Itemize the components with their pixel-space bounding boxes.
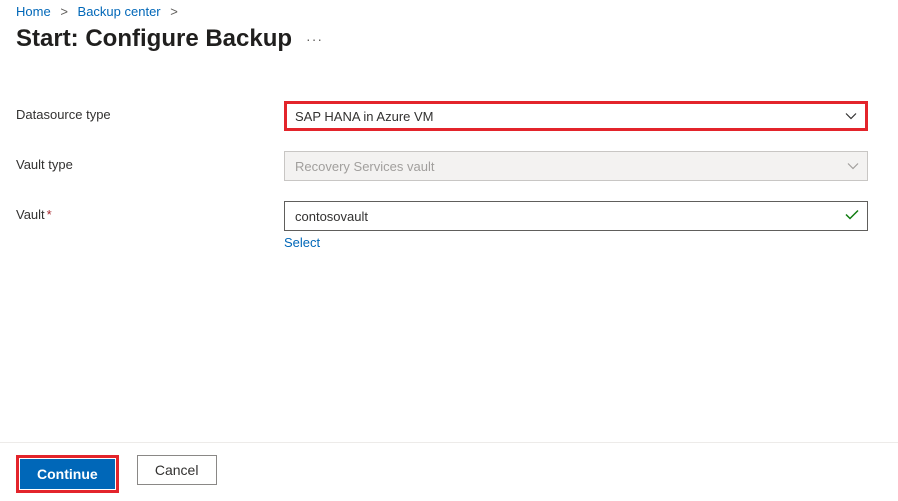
page-title: Start: Configure Backup bbox=[16, 25, 292, 53]
form: Datasource type SAP HANA in Azure VM Vau… bbox=[16, 101, 882, 250]
chevron-right-icon: > bbox=[60, 4, 68, 19]
highlight-continue: Continue bbox=[16, 455, 119, 493]
footer-bar: Continue Cancel bbox=[0, 442, 898, 501]
label-vault: Vault* bbox=[16, 201, 284, 222]
select-vault-type: Recovery Services vault bbox=[284, 151, 868, 181]
cancel-button[interactable]: Cancel bbox=[137, 455, 217, 485]
select-vault-type-value: Recovery Services vault bbox=[295, 159, 434, 174]
check-icon bbox=[845, 209, 859, 224]
breadcrumb-home[interactable]: Home bbox=[16, 4, 51, 19]
required-indicator: * bbox=[47, 207, 52, 222]
label-vault-type: Vault type bbox=[16, 151, 284, 172]
link-select-vault[interactable]: Select bbox=[284, 235, 320, 250]
input-vault[interactable]: contosovault bbox=[284, 201, 868, 231]
label-datasource-type: Datasource type bbox=[16, 101, 284, 122]
select-datasource-type[interactable]: SAP HANA in Azure VM bbox=[284, 101, 868, 131]
chevron-right-icon: > bbox=[170, 4, 178, 19]
continue-button[interactable]: Continue bbox=[20, 459, 115, 489]
chevron-down-icon bbox=[845, 112, 857, 120]
breadcrumb: Home > Backup center > bbox=[16, 4, 882, 19]
breadcrumb-backup-center[interactable]: Backup center bbox=[78, 4, 161, 19]
input-vault-value: contosovault bbox=[295, 209, 368, 224]
chevron-down-icon bbox=[847, 162, 859, 170]
more-actions-button[interactable]: ··· bbox=[306, 31, 323, 47]
select-datasource-type-value: SAP HANA in Azure VM bbox=[295, 109, 434, 124]
